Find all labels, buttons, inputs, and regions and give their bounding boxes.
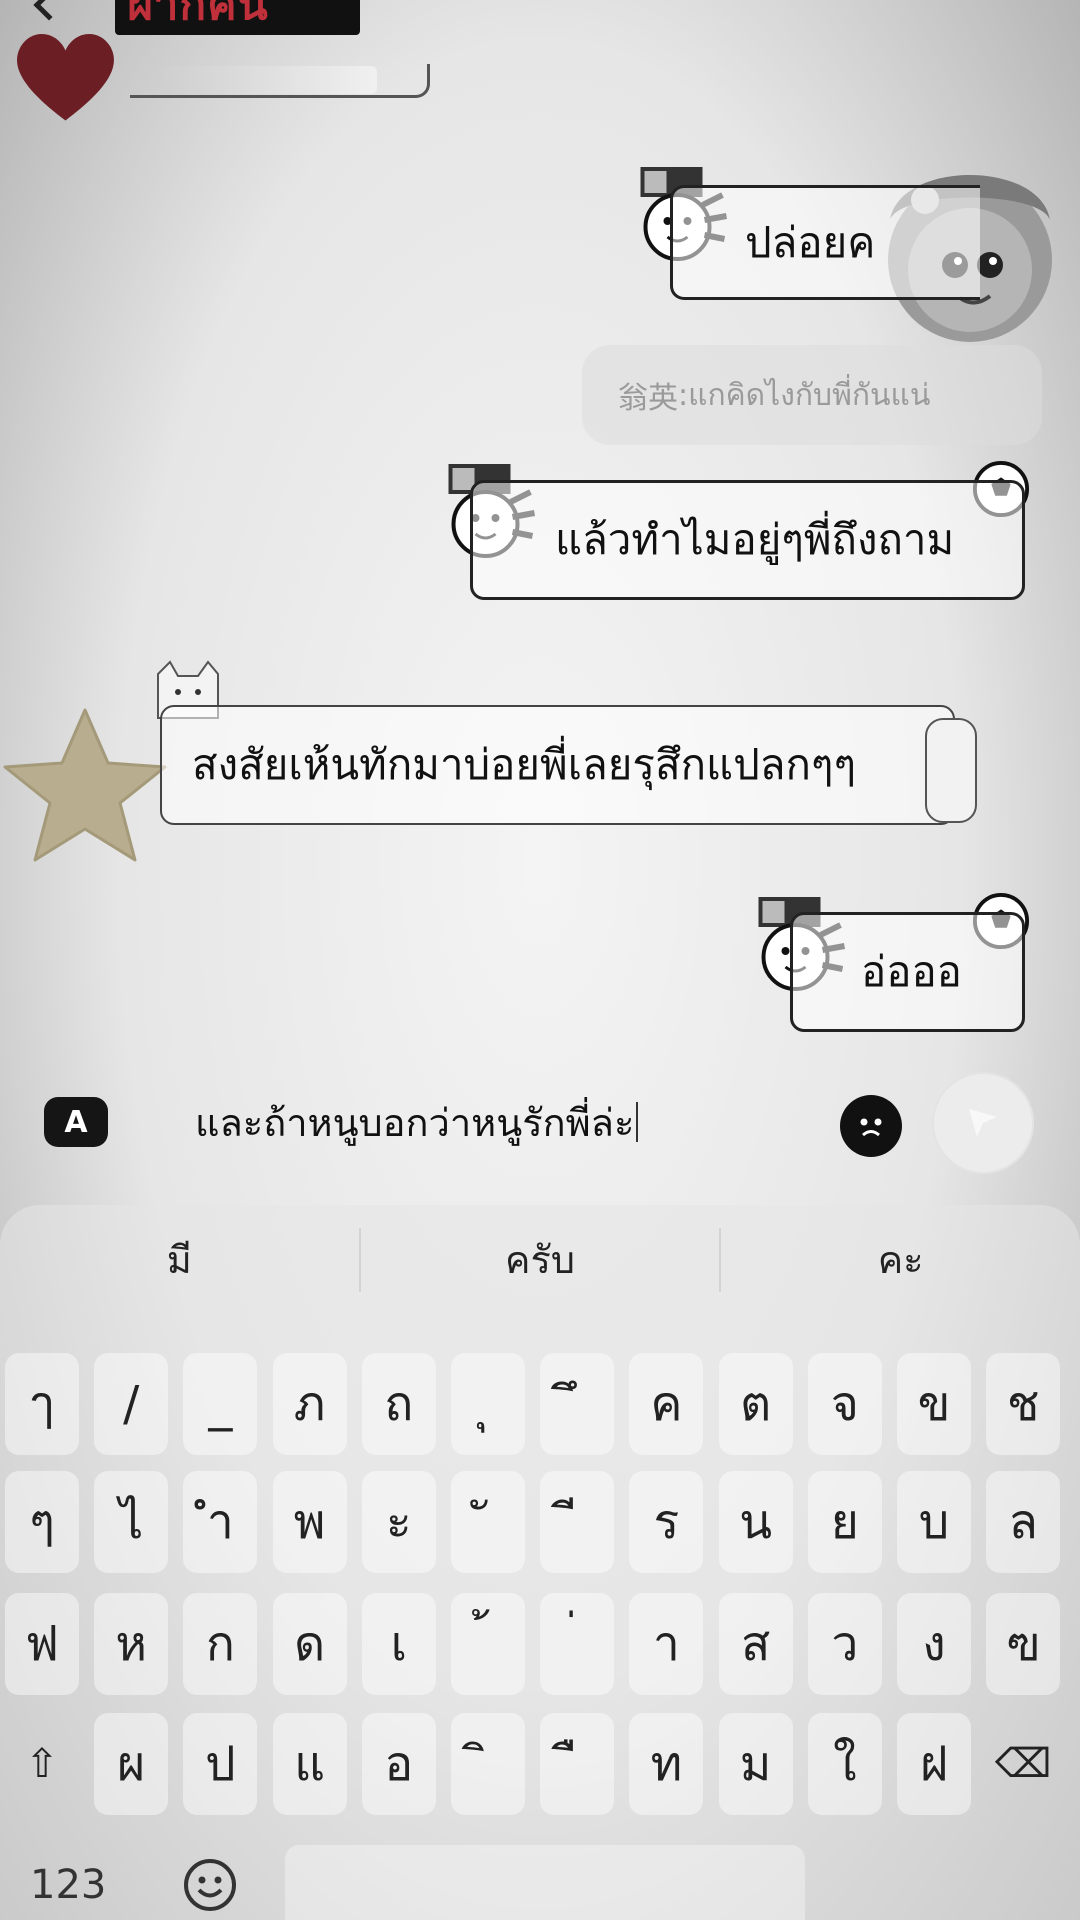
keyboard-key[interactable]: เ	[361, 1593, 436, 1695]
quoted-message-bar	[162, 66, 377, 94]
keyboard-key[interactable]: ล	[986, 1471, 1061, 1573]
keyboard-key[interactable]: ึ	[540, 1353, 615, 1455]
keyboard-key[interactable]: ป	[183, 1713, 258, 1815]
keyboard-key[interactable]: ค	[629, 1353, 704, 1455]
keyboard-row: ฟหกดเ้่าสวงฃ	[0, 1593, 1080, 1695]
message-text: แล้วทำไมอยู่ๆพี่ถึงถาม	[555, 515, 955, 564]
keyboard-key[interactable]: บ	[897, 1471, 971, 1573]
emoji-icon[interactable]	[840, 1095, 902, 1157]
keyboard-key[interactable]: ื	[540, 1713, 615, 1815]
keyboard-key[interactable]: ว	[807, 1593, 882, 1695]
keyboard-key[interactable]: ถ	[361, 1353, 436, 1455]
numbers-key[interactable]: 123	[30, 1845, 140, 1920]
keyboard-key[interactable]: ด	[272, 1593, 347, 1695]
keyboard-key[interactable]: ผ	[94, 1713, 169, 1815]
keyboard: มี ครับ คะ ๅ/_ภถุึคตจขช ๆไำพะัีรนยบล ฟหก…	[0, 1205, 1080, 1920]
smiley-icon[interactable]	[175, 1845, 245, 1920]
contact-name: ฝากคน	[127, 0, 269, 30]
keyboard-bottom-row: 123	[0, 1845, 1080, 1920]
back-chevron-icon[interactable]	[33, 0, 65, 21]
keyboard-key[interactable]: ช	[986, 1353, 1061, 1455]
reply-separator: :	[678, 377, 689, 413]
keyboard-key[interactable]: ิ	[451, 1713, 525, 1815]
reply-sender: 翁英	[618, 381, 678, 416]
keyboard-key[interactable]: ี	[540, 1471, 615, 1573]
keyboard-key[interactable]: ฃ	[986, 1593, 1061, 1695]
keyboard-key[interactable]: ้	[451, 1593, 525, 1695]
keyboard-key[interactable]: ใ	[807, 1713, 882, 1815]
message-text: ปล่อยค	[745, 217, 876, 267]
keyboard-key[interactable]: ำ	[183, 1471, 258, 1573]
heart-icon	[17, 33, 114, 121]
keyboard-key[interactable]: /	[94, 1353, 169, 1455]
keyboard-key[interactable]: ฝ	[897, 1713, 971, 1815]
keyboard-row: ๆไำพะัีรนยบล	[0, 1471, 1080, 1573]
keyboard-key[interactable]: อ	[361, 1713, 436, 1815]
backspace-key[interactable]: ⌫	[986, 1713, 1060, 1815]
keyboard-key[interactable]: ๆ	[5, 1471, 79, 1573]
keyboard-key[interactable]: น	[718, 1471, 793, 1573]
keyboard-key[interactable]: แ	[272, 1713, 347, 1815]
keyboard-key[interactable]: า	[629, 1593, 704, 1695]
reply-text: แกคิดไงกับพี่กันแน่	[688, 377, 931, 413]
message-input-value: และถ้าหนูบอกว่าหนูรักพี่ล่ะ	[195, 1100, 635, 1145]
chat-screen: ฝากคน ปล่อยค 翁英: แกคิดไงกับพี่กันแน่ แล้…	[0, 0, 1080, 1920]
suggestion-item[interactable]: ครับ	[361, 1228, 722, 1292]
keyboard-key[interactable]: ก	[183, 1593, 258, 1695]
suggestion-item[interactable]: มี	[0, 1228, 361, 1292]
keyboard-row: ๅ/_ภถุึคตจขช	[0, 1353, 1080, 1455]
keyboard-key[interactable]: ่	[540, 1593, 615, 1695]
keyboard-key[interactable]: ส	[718, 1593, 793, 1695]
space-key[interactable]	[285, 1845, 805, 1920]
message-text: อ่อออ	[861, 947, 962, 996]
keyboard-key[interactable]: ไ	[94, 1471, 169, 1573]
keyboard-key[interactable]: ย	[807, 1471, 882, 1573]
keyboard-key[interactable]: ฟ	[5, 1593, 79, 1695]
shift-key[interactable]: ⇧	[5, 1713, 79, 1815]
quoted-message-preview	[130, 64, 430, 98]
reply-quote[interactable]: 翁英: แกคิดไงกับพี่กันแน่	[582, 345, 1042, 445]
text-caret	[636, 1102, 639, 1142]
keyboard-key[interactable]: ท	[629, 1713, 704, 1815]
keyboard-key[interactable]: ภ	[272, 1353, 347, 1455]
outgoing-message[interactable]: แล้วทำไมอยู่ๆพี่ถึงถาม	[470, 480, 1025, 600]
keyboard-key[interactable]: ะ	[361, 1471, 436, 1573]
incoming-message[interactable]: สงสัยเห้นทักมาบ่อยพี่เลยรุสึกแปลกๆๆ	[160, 705, 955, 825]
keyboard-key[interactable]: พ	[272, 1471, 347, 1573]
keyboard-key[interactable]: จ	[807, 1353, 882, 1455]
keyboard-key[interactable]: ข	[897, 1353, 971, 1455]
message-text: สงสัยเห้นทักมาบ่อยพี่เลยรุสึกแปลกๆๆ	[192, 740, 857, 789]
star-icon	[3, 708, 167, 862]
keyboard-key[interactable]: ร	[629, 1471, 704, 1573]
contact-name-badge[interactable]: ฝากคน	[115, 0, 360, 35]
message-composer: A และถ้าหนูบอกว่าหนูรักพี่ล่ะ	[0, 1060, 1080, 1180]
keyboard-key[interactable]: ม	[718, 1713, 793, 1815]
suggestion-bar: มี ครับ คะ	[0, 1205, 1080, 1315]
keyboard-key[interactable]: ห	[94, 1593, 169, 1695]
keyboard-key[interactable]: _	[183, 1353, 258, 1455]
outgoing-message[interactable]: อ่อออ	[790, 912, 1025, 1032]
suggestion-item[interactable]: คะ	[721, 1228, 1080, 1292]
outgoing-message[interactable]: ปล่อยค	[670, 185, 980, 300]
keyboard-key[interactable]: ต	[718, 1353, 793, 1455]
keyboard-key[interactable]: ๅ	[5, 1353, 79, 1455]
translate-button[interactable]: A	[44, 1097, 108, 1147]
message-input[interactable]: และถ้าหนูบอกว่าหนูรักพี่ล่ะ	[150, 1078, 820, 1166]
send-button[interactable]	[932, 1072, 1034, 1174]
keyboard-key[interactable]: ั	[451, 1471, 525, 1573]
keyboard-row: ⇧ผปแอิืทมใฝ⌫	[0, 1713, 1080, 1815]
send-icon	[969, 1109, 997, 1137]
sticker-decoration	[925, 718, 977, 823]
keyboard-key[interactable]: ุ	[451, 1353, 525, 1455]
keyboard-key[interactable]: ง	[897, 1593, 971, 1695]
